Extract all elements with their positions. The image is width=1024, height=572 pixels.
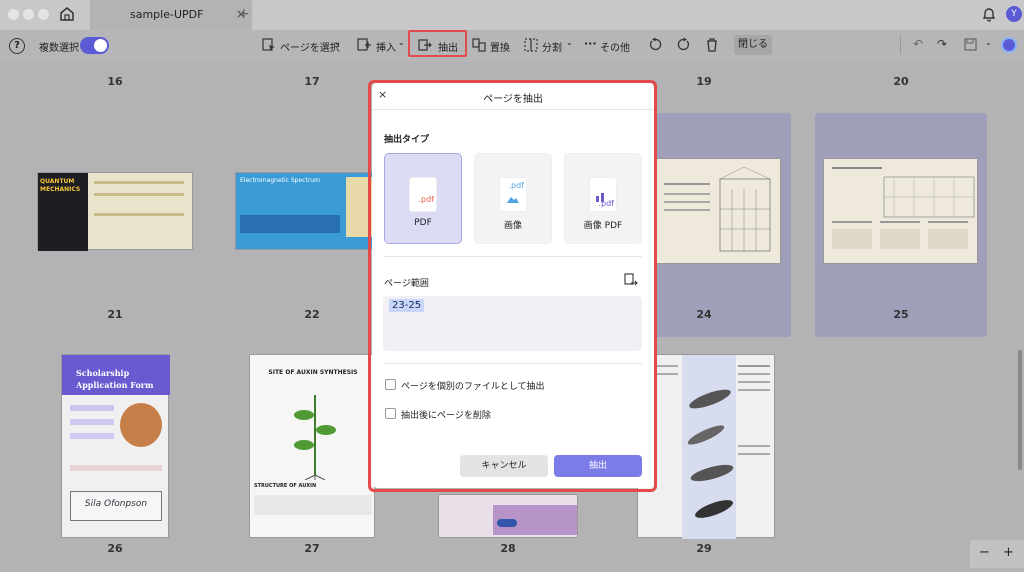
more-icon: ··· xyxy=(584,37,597,50)
page-range-label: ページ範囲 xyxy=(384,279,429,289)
page-thumbnail-20[interactable] xyxy=(823,158,978,264)
new-tab-icon[interactable]: + xyxy=(238,6,250,22)
home-icon[interactable] xyxy=(58,5,76,23)
trash-icon[interactable] xyxy=(705,37,719,52)
page-thumbnail-27[interactable]: SITE OF AUXIN SYNTHESIS STRUCTURE OF AUX… xyxy=(249,354,375,538)
page-thumbnail-16[interactable]: QUANTUM MECHANICS xyxy=(37,172,193,251)
multi-select-toggle[interactable] xyxy=(80,37,109,54)
page-number: 28 xyxy=(500,542,516,555)
page-range-value: 23-25 xyxy=(389,299,425,312)
undo-icon[interactable]: ↶ xyxy=(913,37,923,51)
page-thumbnail-26[interactable]: Scholarship Application Form Sila Ofonps… xyxy=(61,354,170,538)
zoom-in-button[interactable]: + xyxy=(1003,545,1014,560)
extract-type-label: 抽出タイプ xyxy=(384,135,430,145)
thumb-title: Scholarship Application Form xyxy=(76,368,154,390)
document-tab[interactable]: sample-UPDF × xyxy=(90,0,252,30)
rotate-left-icon[interactable] xyxy=(648,37,663,52)
page-thumbnail-28[interactable] xyxy=(438,494,578,538)
insert-button[interactable]: 挿入 xyxy=(376,39,396,54)
dialog-divider xyxy=(372,109,654,110)
window-close-dot[interactable] xyxy=(8,9,19,20)
scrollbar[interactable] xyxy=(1018,350,1022,470)
split-button[interactable]: 分割 xyxy=(542,39,562,54)
toolbar-divider xyxy=(900,36,901,54)
image-pdf-file-icon: .pdf xyxy=(590,178,616,211)
extract-type-image-pdf[interactable]: .pdf 画像 PDF xyxy=(564,153,642,244)
whale-illustrations xyxy=(642,355,770,539)
extract-icon xyxy=(418,39,432,51)
rotate-right-icon[interactable] xyxy=(676,37,691,52)
close-button[interactable]: 閉じる xyxy=(734,35,772,55)
extract-confirm-button[interactable]: 抽出 xyxy=(554,455,642,477)
page-number: 25 xyxy=(893,308,909,321)
insert-icon xyxy=(357,38,371,51)
cancel-button[interactable]: キャンセル xyxy=(460,455,548,477)
ai-assistant-icon[interactable] xyxy=(1001,37,1017,53)
redo-icon[interactable]: ↷ xyxy=(937,37,947,51)
page-thumbnail-29[interactable] xyxy=(637,354,775,539)
separate-files-checkbox[interactable] xyxy=(385,379,396,390)
window-zoom-dot[interactable] xyxy=(38,9,49,20)
zoom-control: − + xyxy=(970,540,1024,568)
page-thumbnail-19[interactable] xyxy=(653,158,781,264)
page-number: 21 xyxy=(107,308,123,321)
building-sketch xyxy=(664,166,771,252)
help-icon[interactable]: ? xyxy=(9,38,25,54)
other-button[interactable]: その他 xyxy=(600,39,630,54)
chevron-down-icon: ⌄ xyxy=(985,38,992,47)
toolbar xyxy=(0,30,1024,62)
pdf-file-icon: .pdf xyxy=(410,178,436,211)
extract-type-image[interactable]: .pdf 画像 xyxy=(474,153,552,244)
replace-icon xyxy=(472,38,486,52)
multi-select-label: 複数選択 xyxy=(39,43,79,54)
page-range-swap-icon[interactable] xyxy=(624,273,638,287)
page-number: 29 xyxy=(696,542,712,555)
image-file-icon: .pdf xyxy=(500,178,526,211)
page-number: 26 xyxy=(107,542,123,555)
dialog-title: ページを抽出 xyxy=(483,94,543,105)
separate-files-label: ページを個別のファイルとして抽出 xyxy=(401,382,545,392)
dialog-divider xyxy=(384,363,642,364)
thumb-signature: Sila Ofonpson xyxy=(84,499,148,509)
option-label: 画像 xyxy=(503,221,522,231)
thumb-title: Electromagnetic Spectrum xyxy=(240,177,320,184)
chevron-down-icon: ⌄ xyxy=(334,38,341,47)
chevron-down-icon: ⌄ xyxy=(566,38,573,47)
delete-after-label: 抽出後にページを削除 xyxy=(401,411,491,421)
plant-illustration xyxy=(294,395,336,480)
page-number: 16 xyxy=(107,75,123,88)
interior-sketch xyxy=(832,167,975,249)
split-icon xyxy=(524,38,538,52)
chevron-down-icon: ⌄ xyxy=(398,38,405,47)
page-number: 17 xyxy=(304,75,320,88)
page-number: 19 xyxy=(696,75,712,88)
title-bar: sample-UPDF × + Y xyxy=(0,0,1024,30)
page-number: 20 xyxy=(893,75,909,88)
extract-button[interactable]: 抽出 xyxy=(438,39,458,54)
page-number: 27 xyxy=(304,542,320,555)
delete-after-checkbox[interactable] xyxy=(385,408,396,419)
window-minimize-dot[interactable] xyxy=(23,9,34,20)
replace-button[interactable]: 置換 xyxy=(490,39,510,54)
page-number: 22 xyxy=(304,308,320,321)
zoom-out-button[interactable]: − xyxy=(979,545,990,560)
select-page-icon xyxy=(262,38,275,51)
bell-icon[interactable] xyxy=(980,5,998,23)
user-avatar[interactable]: Y xyxy=(1006,6,1022,22)
dialog-divider xyxy=(384,256,642,257)
thumb-title: QUANTUM MECHANICS xyxy=(40,178,81,193)
save-icon[interactable] xyxy=(964,38,977,51)
option-label: PDF xyxy=(414,218,432,228)
thumb-title: SITE OF AUXIN SYNTHESIS xyxy=(268,369,358,376)
thumb-subtitle: STRUCTURE OF AUXIN xyxy=(254,483,317,489)
select-page-button[interactable]: ページを選択 xyxy=(280,39,340,54)
extract-type-pdf[interactable]: .pdf PDF xyxy=(384,153,462,244)
page-number: 24 xyxy=(696,308,712,321)
option-label: 画像 PDF xyxy=(583,221,623,231)
tab-title: sample-UPDF xyxy=(130,8,204,21)
